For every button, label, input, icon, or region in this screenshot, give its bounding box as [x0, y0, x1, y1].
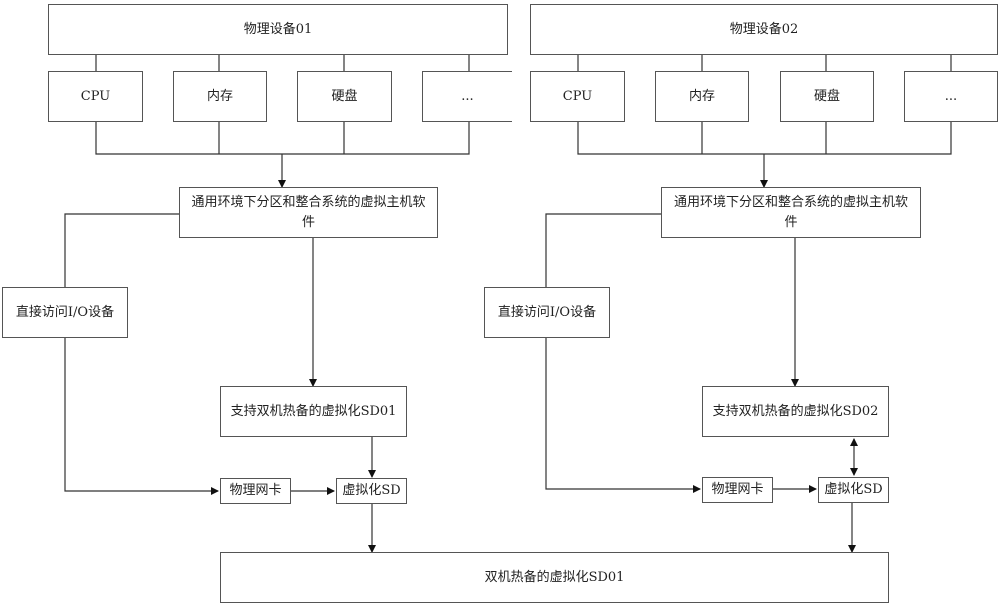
- direct-io-box: 直接访问I/O设备: [484, 287, 610, 338]
- host-software-label: 通用环境下分区和整合系统的虚拟主机软件: [673, 194, 908, 230]
- memory-label: 内存: [688, 88, 715, 104]
- physical-device-label: 物理设备02: [729, 21, 799, 37]
- hot-standby-sd02-label: 支持双机热备的虚拟化SD02: [712, 403, 879, 419]
- direct-io-label: 直接访问I/O设备: [15, 304, 115, 320]
- physical-nic-label: 物理网卡: [229, 483, 282, 498]
- host-software-box: 通用环境下分区和整合系统的虚拟主机软件: [179, 187, 438, 238]
- memory-box: 内存: [173, 71, 267, 122]
- cpu-box: CPU: [530, 71, 625, 122]
- components-bus-line: [95, 121, 470, 155]
- cpu-label: CPU: [562, 88, 593, 104]
- hot-standby-sd02-box: 支持双机热备的虚拟化SD02: [702, 386, 889, 437]
- cpu-box: CPU: [48, 71, 143, 122]
- disk-box: 硬盘: [297, 71, 392, 122]
- diagram-canvas: 物理设备01 CPU 内存 硬盘 ... 通用环境下分区和整合系统的虚拟主机软件…: [0, 0, 1000, 606]
- physical-device-label: 物理设备01: [243, 21, 313, 37]
- physical-nic-box: 物理网卡: [220, 478, 291, 504]
- disk-label: 硬盘: [813, 88, 840, 104]
- virtual-sd-box: 虚拟化SD: [336, 478, 407, 504]
- host-software-label: 通用环境下分区和整合系统的虚拟主机软件: [191, 194, 426, 230]
- more-components-box: ...: [904, 71, 998, 122]
- host-to-direct-io-line: [545, 213, 661, 287]
- hot-standby-sd01-box: 支持双机热备的虚拟化SD01: [220, 386, 407, 437]
- more-components-box: ...: [422, 71, 512, 122]
- more-components-label: ...: [461, 88, 474, 104]
- memory-box: 内存: [655, 71, 749, 122]
- virtual-sd-label: 虚拟化SD: [342, 483, 401, 498]
- disk-label: 硬盘: [331, 88, 358, 104]
- direct-io-label: 直接访问I/O设备: [497, 304, 597, 320]
- shared-hot-standby-sd-box: 双机热备的虚拟化SD01: [220, 552, 889, 603]
- virtual-sd-box: 虚拟化SD: [818, 477, 889, 503]
- direct-io-to-nic-arrow: [64, 337, 219, 495]
- components-bus-line: [577, 121, 952, 155]
- physical-nic-label: 物理网卡: [711, 482, 764, 497]
- memory-label: 内存: [206, 88, 233, 104]
- host-to-direct-io-line: [64, 213, 179, 287]
- disk-box: 硬盘: [780, 71, 874, 122]
- physical-device-01-box: 物理设备01: [48, 4, 508, 55]
- direct-io-box: 直接访问I/O设备: [2, 287, 128, 338]
- host-software-box: 通用环境下分区和整合系统的虚拟主机软件: [661, 187, 921, 238]
- direct-io-to-nic-arrow: [545, 337, 701, 493]
- physical-nic-box: 物理网卡: [702, 477, 773, 503]
- hot-standby-sd01-label: 支持双机热备的虚拟化SD01: [230, 403, 397, 419]
- virtual-sd-label: 虚拟化SD: [824, 482, 883, 497]
- more-components-label: ...: [944, 88, 958, 104]
- physical-device-02-box: 物理设备02: [530, 4, 998, 55]
- shared-hot-standby-sd-label: 双机热备的虚拟化SD01: [484, 569, 625, 585]
- cpu-label: CPU: [80, 88, 111, 104]
